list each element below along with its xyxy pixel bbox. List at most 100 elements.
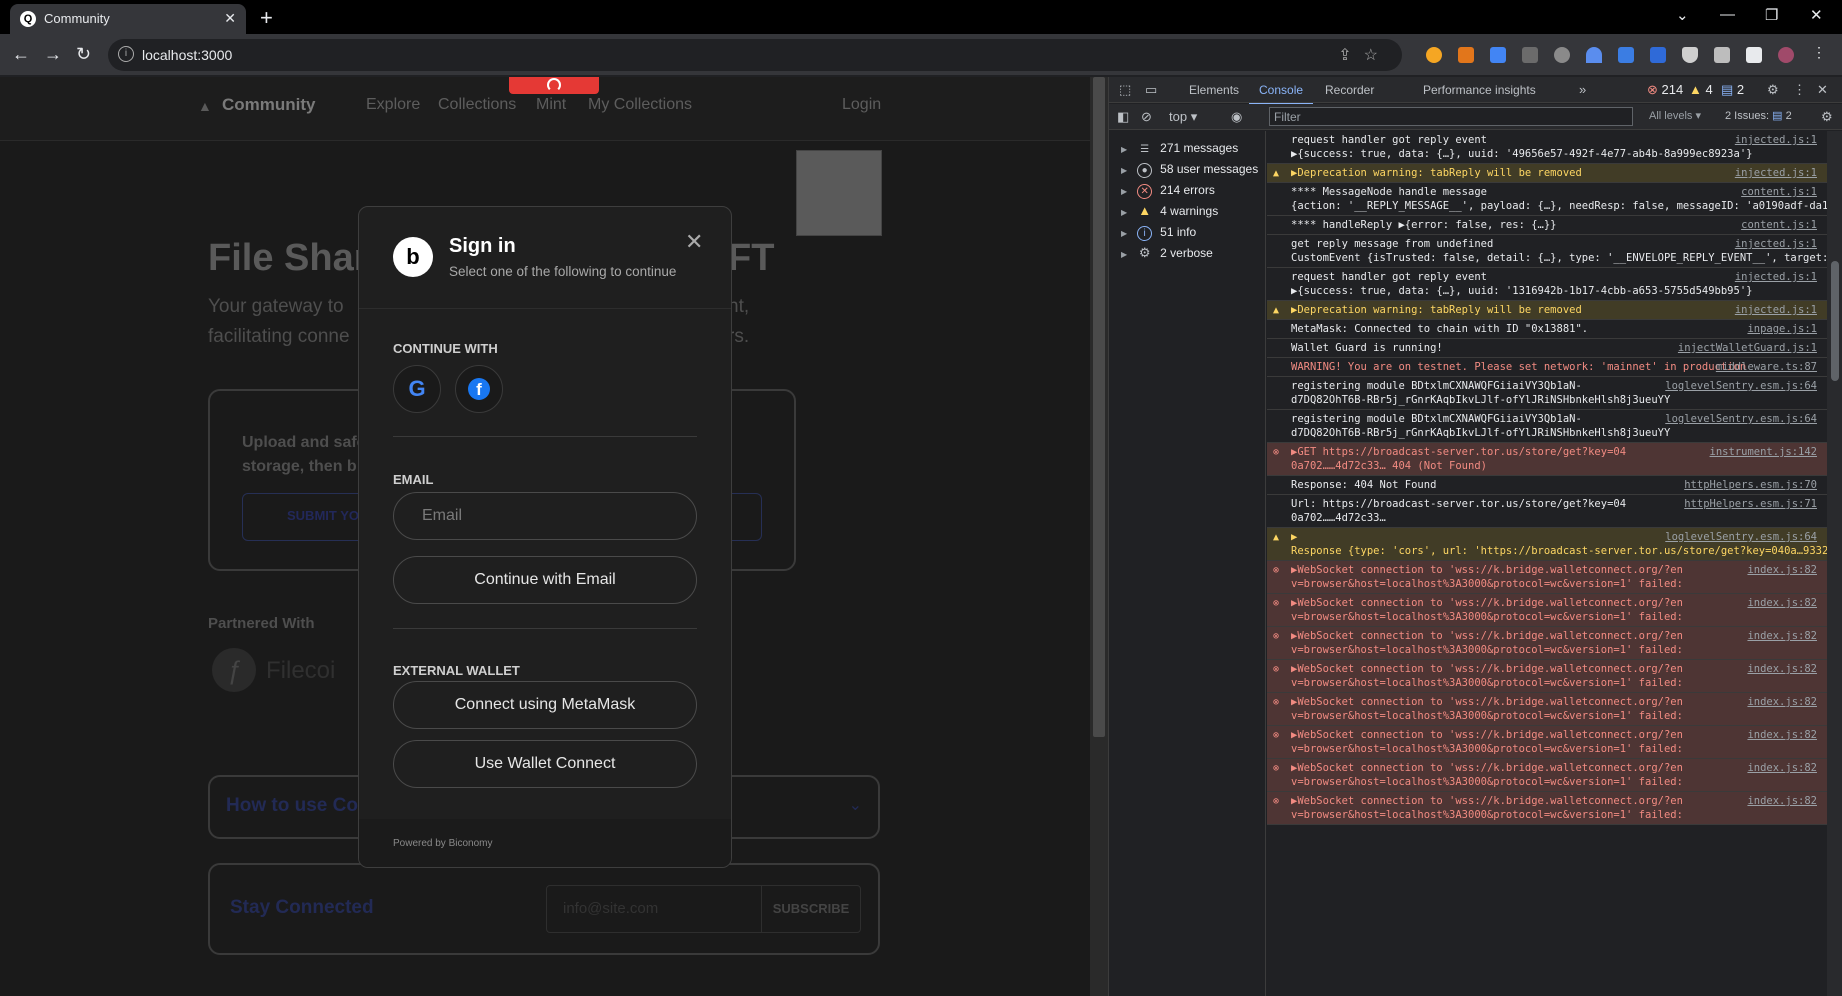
settings-gear-icon[interactable]: ⚙ bbox=[1767, 82, 1779, 98]
extension-1-icon[interactable] bbox=[1426, 47, 1442, 63]
log-detail[interactable]: d7DQ82OhT6B-RBr5j_rGnrKAqbIkvLJlf-ofYlJR… bbox=[1291, 393, 1827, 407]
shield-icon[interactable] bbox=[1682, 47, 1698, 63]
sidebar-user-messages[interactable]: ▶ ● 58 user messages bbox=[1121, 162, 1258, 178]
error-count-badge[interactable]: ⊗ 214 bbox=[1647, 82, 1683, 98]
log-source-link[interactable]: injectWalletGuard.js:1 bbox=[1678, 341, 1817, 355]
log-source-link[interactable]: injected.js:1 bbox=[1735, 166, 1817, 180]
close-devtools-icon[interactable]: ✕ bbox=[1817, 82, 1828, 98]
close-window-icon[interactable]: ✕ bbox=[1810, 6, 1823, 24]
log-detail[interactable]: Response {type: 'cors', url: 'https://br… bbox=[1291, 544, 1827, 558]
log-source-link[interactable]: injected.js:1 bbox=[1735, 133, 1817, 147]
translate-extension-icon[interactable] bbox=[1490, 47, 1506, 63]
live-expression-eye-icon[interactable]: ◉ bbox=[1231, 109, 1242, 125]
console-log-row[interactable]: Response: 404 Not Found httpHelpers.esm.j… bbox=[1267, 476, 1827, 495]
site-info-icon[interactable]: i bbox=[118, 46, 134, 62]
share-icon[interactable]: ⇪ bbox=[1338, 47, 1363, 64]
restore-icon[interactable]: ❐ bbox=[1765, 6, 1778, 24]
log-source-link[interactable]: index.js:82 bbox=[1747, 629, 1817, 643]
console-scrollbar-thumb[interactable] bbox=[1831, 261, 1839, 381]
email-input[interactable]: Email bbox=[393, 492, 697, 540]
close-icon[interactable]: ✕ bbox=[685, 229, 703, 255]
expand-arrow-icon[interactable]: ▶ bbox=[1121, 145, 1127, 154]
expand-arrow-icon[interactable]: ▶ bbox=[1121, 208, 1127, 217]
log-detail[interactable]: v=browser&host=localhost%3A3000&protocol… bbox=[1291, 643, 1827, 657]
console-log-row[interactable]: registering module BDtxlmCXNAWQFGiiaiVY3… bbox=[1267, 410, 1827, 443]
extension-7-icon[interactable] bbox=[1618, 47, 1634, 63]
expand-arrow-icon[interactable]: ▶ bbox=[1121, 229, 1127, 238]
tab-performance-insights[interactable]: Performance insights bbox=[1423, 83, 1536, 97]
more-tabs-icon[interactable]: » bbox=[1579, 82, 1586, 97]
bookmark-star-icon[interactable]: ☆ bbox=[1364, 47, 1390, 64]
console-scrollbar[interactable] bbox=[1827, 131, 1842, 996]
page-scrollbar[interactable] bbox=[1090, 77, 1108, 996]
nav-mint[interactable]: Mint bbox=[536, 96, 566, 114]
console-log-row[interactable]: get reply message from undefined CustomEv… bbox=[1267, 235, 1827, 268]
url-text[interactable]: localhost:3000 bbox=[142, 47, 232, 63]
expand-arrow-icon[interactable]: ▶ bbox=[1121, 187, 1127, 196]
log-source-link[interactable]: loglevelSentry.esm.js:64 bbox=[1665, 530, 1817, 544]
log-source-link[interactable]: injected.js:1 bbox=[1735, 270, 1817, 284]
forward-icon[interactable]: → bbox=[44, 44, 62, 65]
log-source-link[interactable]: injected.js:1 bbox=[1735, 303, 1817, 317]
console-log-row[interactable]: Wallet Guard is running! injectWalletGuar… bbox=[1267, 339, 1827, 358]
sidebar-warnings[interactable]: ▶ ▲ 4 warnings bbox=[1121, 204, 1218, 219]
warning-count-badge[interactable]: ▲ 4 bbox=[1689, 82, 1713, 97]
log-source-link[interactable]: index.js:82 bbox=[1747, 596, 1817, 610]
menu-icon[interactable]: ⋮ bbox=[1812, 44, 1828, 60]
message-count-badge[interactable]: ▤ 2 bbox=[1721, 82, 1744, 98]
log-source-link[interactable]: httpHelpers.esm.js:71 bbox=[1684, 497, 1817, 511]
log-detail[interactable]: v=browser&host=localhost%3A3000&protocol… bbox=[1291, 742, 1827, 756]
tab-elements[interactable]: Elements bbox=[1189, 83, 1239, 97]
log-source-link[interactable]: index.js:82 bbox=[1747, 662, 1817, 676]
console-log-row[interactable]: ⊗ ▶WebSocket connection to 'wss://k.bridg… bbox=[1267, 561, 1827, 594]
clear-console-icon[interactable]: ⊘ bbox=[1141, 109, 1152, 125]
walletconnect-button[interactable]: Use Wallet Connect bbox=[393, 740, 697, 788]
extension-6-icon[interactable] bbox=[1586, 47, 1602, 63]
page-scrollbar-thumb[interactable] bbox=[1093, 77, 1105, 737]
log-detail[interactable]: {action: '__REPLY_MESSAGE__', payload: {… bbox=[1291, 199, 1827, 213]
context-select[interactable]: top ▾ bbox=[1169, 109, 1197, 125]
back-icon[interactable]: ← bbox=[12, 44, 30, 65]
extensions-puzzle-icon[interactable] bbox=[1714, 47, 1730, 63]
log-detail[interactable]: v=browser&host=localhost%3A3000&protocol… bbox=[1291, 808, 1827, 822]
tab-search-icon[interactable]: ⌄ bbox=[1676, 6, 1689, 24]
log-source-link[interactable]: index.js:82 bbox=[1747, 761, 1817, 775]
facebook-login-button[interactable]: f bbox=[455, 365, 503, 413]
continue-with-email-button[interactable]: Continue with Email bbox=[393, 556, 697, 604]
sidebar-messages[interactable]: ▶ ☰ 271 messages bbox=[1121, 141, 1238, 158]
log-source-link[interactable]: injected.js:1 bbox=[1735, 237, 1817, 251]
console-log-row[interactable]: ▲ ▶Deprecation warning: tabReply will be … bbox=[1267, 164, 1827, 183]
log-detail[interactable]: 0a702……4d72c33… 404 (Not Found) bbox=[1291, 459, 1827, 473]
metamask-button[interactable]: Connect using MetaMask bbox=[393, 681, 697, 729]
tab-recorder[interactable]: Recorder bbox=[1325, 83, 1374, 97]
console-log-row[interactable]: request handler got reply event ▶{success… bbox=[1267, 131, 1827, 164]
log-source-link[interactable]: index.js:82 bbox=[1747, 728, 1817, 742]
log-detail[interactable]: 0a702……4d72c33… bbox=[1291, 511, 1827, 525]
tab-console[interactable]: Console bbox=[1248, 83, 1314, 105]
console-log-row[interactable]: WARNING! You are on testnet. Please set … bbox=[1267, 358, 1827, 377]
console-log-row[interactable]: ▲ ▶Deprecation warning: tabReply will be … bbox=[1267, 301, 1827, 320]
console-log-row[interactable]: **** handleReply ▶{error: false, res: {…… bbox=[1267, 216, 1827, 235]
extension-8-icon[interactable] bbox=[1650, 47, 1666, 63]
console-log-row[interactable]: ⊗ ▶WebSocket connection to 'wss://k.bridg… bbox=[1267, 594, 1827, 627]
console-log-row[interactable]: ⊗ ▶WebSocket connection to 'wss://k.bridg… bbox=[1267, 759, 1827, 792]
sidebar-info[interactable]: ▶ i 51 info bbox=[1121, 225, 1196, 241]
log-detail[interactable]: d7DQ82OhT6B-RBr5j_rGnrKAqbIkvLJlf-ofYlJR… bbox=[1291, 426, 1827, 440]
address-bar[interactable]: i localhost:3000 ⇪☆ bbox=[108, 39, 1402, 71]
console-log-row[interactable]: ⊗ ▶GET https://broadcast-server.tor.us/st… bbox=[1267, 443, 1827, 476]
notification-tab[interactable] bbox=[509, 77, 599, 94]
expand-arrow-icon[interactable]: ▶ bbox=[1121, 166, 1127, 175]
close-tab-icon[interactable]: ✕ bbox=[224, 10, 236, 27]
log-source-link[interactable]: loglevelSentry.esm.js:64 bbox=[1665, 412, 1817, 426]
log-detail[interactable]: v=browser&host=localhost%3A3000&protocol… bbox=[1291, 676, 1827, 690]
nav-explore[interactable]: Explore bbox=[366, 96, 420, 114]
log-source-link[interactable]: instrument.js:142 bbox=[1710, 445, 1817, 459]
log-detail[interactable]: ▶{success: true, data: {…}, uuid: '49656… bbox=[1291, 147, 1827, 161]
console-log-row[interactable]: ⊗ ▶WebSocket connection to 'wss://k.bridg… bbox=[1267, 792, 1827, 825]
chevron-down-icon[interactable]: ⌄ bbox=[849, 795, 862, 815]
log-source-link[interactable]: inpage.js:1 bbox=[1747, 322, 1817, 336]
inspect-icon[interactable]: ⬚ bbox=[1119, 82, 1131, 98]
console-log-row[interactable]: ▲ ▶ Response {type: 'cors', url: 'https://… bbox=[1267, 528, 1827, 561]
log-source-link[interactable]: loglevelSentry.esm.js:64 bbox=[1665, 379, 1817, 393]
side-panel-icon[interactable] bbox=[1746, 47, 1762, 63]
